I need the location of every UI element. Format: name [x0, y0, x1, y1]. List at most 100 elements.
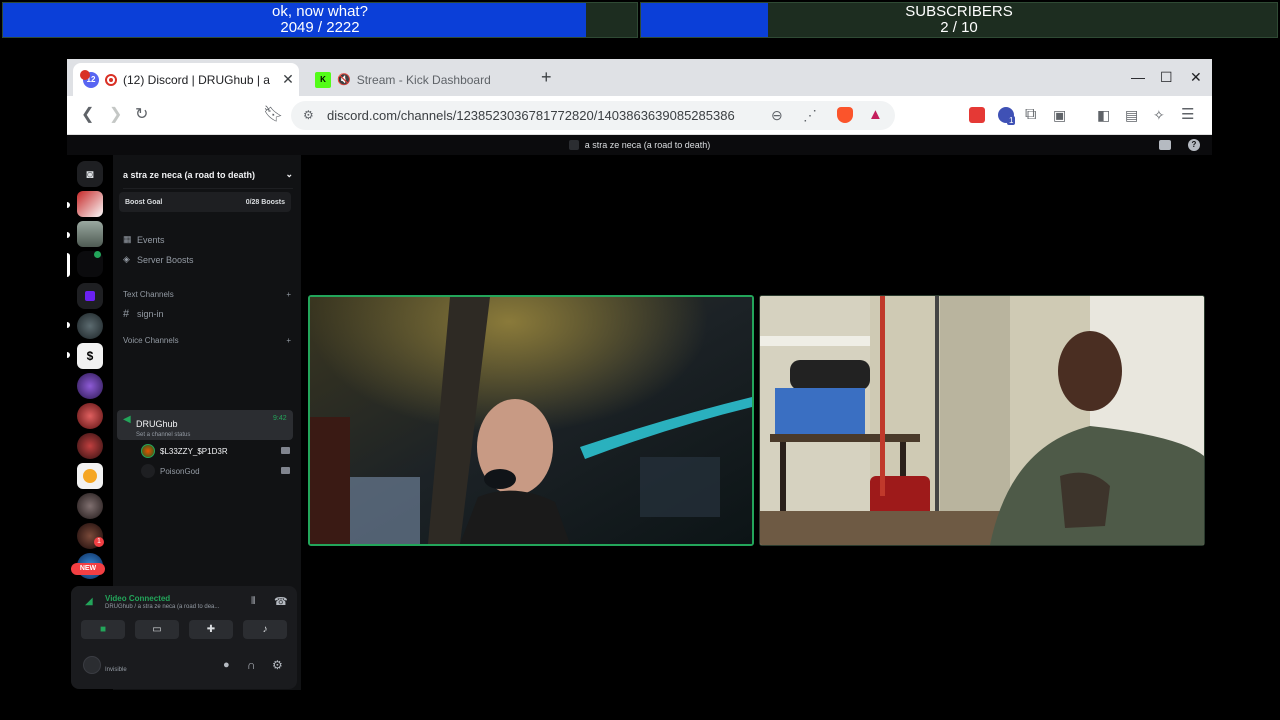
server-boosts-label: Server Boosts — [137, 254, 194, 265]
browser-toolbar: ❮ ❯ ↻ 🔖︎ discord.com/channels/1238523036… — [67, 96, 1212, 135]
server-icon[interactable] — [77, 373, 103, 399]
voice-channel-name: DRUGhub — [136, 419, 178, 429]
server-boosts-item[interactable]: ◈ Server Boosts — [123, 254, 194, 265]
unread-pill — [67, 352, 70, 358]
soundboard-button[interactable]: ♪ — [243, 620, 287, 639]
help-icon[interactable]: ? — [1188, 139, 1200, 151]
speaker-icon: ◀ — [123, 414, 131, 425]
discord-home-icon[interactable]: ◙ — [77, 161, 103, 187]
server-icon[interactable] — [77, 463, 103, 489]
noise-suppression-icon[interactable]: ⦀ — [251, 596, 255, 607]
video-tile[interactable] — [759, 295, 1205, 546]
discord-window-title: a stra ze neca (a road to death) — [584, 140, 711, 150]
goal-title: ok, now what? — [272, 3, 368, 20]
extensions-icon[interactable]: ⧉ — [1025, 105, 1036, 125]
boost-goal-count: 0/28 Boosts — [245, 198, 285, 206]
unread-pill — [67, 232, 70, 238]
video-tile-speaking[interactable] — [308, 295, 754, 546]
menu-icon[interactable]: ☰ — [1181, 105, 1194, 125]
server-header[interactable]: a stra ze neca (a road to death) ⌄ — [123, 161, 293, 189]
tab-discord[interactable]: 12 (12) Discord | DRUGhub | a ✕ — [73, 63, 299, 96]
inbox-icon[interactable] — [1159, 140, 1171, 150]
voice-location[interactable]: DRUGhub / a stra ze neca (a road to dea.… — [105, 604, 219, 610]
leo-ai-icon[interactable]: ✧ — [1153, 105, 1165, 125]
events-label: Events — [137, 234, 165, 245]
subscribers-count: 2 / 10 — [940, 19, 978, 36]
extension-badge-count: 1 — [1007, 116, 1016, 125]
voice-user-name: PoisonGod — [160, 466, 200, 476]
voice-active-icon — [94, 251, 101, 258]
camera-button[interactable]: ■ — [81, 620, 125, 639]
signal-icon[interactable]: ◢ — [85, 596, 93, 607]
new-tab-button[interactable]: + — [541, 67, 552, 88]
tab-strip: 12 (12) Discord | DRUGhub | a ✕ K 🔇 Stre… — [67, 59, 1212, 96]
maximize-icon[interactable]: ☐ — [1160, 69, 1173, 86]
category-text-channels[interactable]: Text Channels + — [123, 290, 291, 299]
boost-goal-bar[interactable]: Boost Goal 0/28 Boosts — [119, 192, 291, 212]
chevron-down-icon: ⌄ — [285, 169, 293, 179]
server-icon — [568, 140, 579, 150]
forward-icon[interactable]: ❯ — [109, 105, 122, 125]
voice-channel-timer: 9:42 — [273, 415, 287, 422]
minimize-icon[interactable]: — — [1131, 69, 1145, 85]
activities-button[interactable]: ✚ — [189, 620, 233, 639]
user-state: Invisible — [105, 667, 127, 673]
muted-speaker-icon[interactable]: 🔇 — [337, 73, 351, 86]
zoom-icon[interactable]: ⊖ — [771, 105, 783, 125]
subscribers-title: SUBSCRIBERS — [905, 3, 1013, 20]
back-icon[interactable]: ❮ — [81, 105, 94, 125]
avatar — [141, 444, 155, 458]
channel-label: sign-in — [137, 309, 164, 319]
unread-pill — [67, 202, 70, 208]
soundboard-icon: ♪ — [262, 624, 268, 635]
voice-user[interactable]: PoisonGod — [141, 464, 200, 478]
tab-kick-dashboard[interactable]: K 🔇 Stream - Kick Dashboard — [307, 63, 527, 96]
site-settings-icon[interactable]: ⚙ — [303, 108, 314, 122]
settings-gear-icon[interactable]: ⚙ — [272, 658, 283, 672]
discord-favicon-icon: 12 — [80, 69, 99, 88]
server-icon[interactable] — [77, 433, 103, 459]
brave-rewards-icon[interactable]: ▲ — [868, 105, 883, 125]
server-icon[interactable]: $ — [77, 343, 103, 369]
screenshot-icon[interactable]: ▣ — [1053, 105, 1066, 125]
headphones-icon[interactable]: ∩ — [247, 658, 256, 672]
channel-sign-in[interactable]: # sign-in — [123, 308, 164, 320]
voice-connection-panel: ◢ Video Connected DRUGhub / a stra ze ne… — [71, 586, 297, 689]
category-voice-channels[interactable]: Voice Channels + — [123, 336, 291, 345]
camera-icon — [281, 447, 290, 454]
voice-user[interactable]: $L33ZZY_$P1D3R — [141, 444, 228, 458]
browser-window: 12 (12) Discord | DRUGhub | a ✕ K 🔇 Stre… — [67, 59, 1212, 690]
kick-favicon-icon: K — [315, 71, 331, 88]
server-icon[interactable] — [77, 313, 103, 339]
webcam-feed-left — [310, 297, 752, 544]
category-label: Text Channels — [123, 290, 174, 299]
close-window-icon[interactable]: ✕ — [1190, 69, 1202, 86]
close-tab-icon[interactable]: ✕ — [277, 71, 299, 88]
share-screen-button[interactable]: ▭ — [135, 620, 179, 639]
boost-goal-label: Boost Goal — [125, 198, 163, 206]
voice-channel-status[interactable]: Set a channel status — [136, 432, 190, 438]
add-channel-icon[interactable]: + — [286, 336, 291, 345]
sidebar-icon[interactable]: ◧ — [1097, 105, 1110, 125]
microphone-icon[interactable]: ● — [223, 659, 230, 671]
server-icon[interactable] — [77, 493, 103, 519]
add-channel-icon[interactable]: + — [286, 290, 291, 299]
server-icon[interactable] — [77, 191, 103, 217]
stream-overlay: ok, now what? 2049 / 2222 SUBSCRIBERS 2 … — [0, 0, 1280, 720]
server-icon[interactable] — [77, 403, 103, 429]
events-item[interactable]: ▦ Events — [123, 234, 165, 245]
server-icon[interactable] — [77, 221, 103, 247]
server-folder-icon[interactable] — [77, 283, 103, 309]
selected-server-pill — [67, 253, 70, 277]
disconnect-icon[interactable]: ☎ — [274, 595, 288, 608]
url-text: discord.com/channels/1238523036781772820… — [327, 108, 735, 123]
wallet-icon[interactable]: ▤ — [1125, 105, 1138, 125]
reload-icon[interactable]: ↻ — [135, 105, 148, 125]
tab-title: Stream - Kick Dashboard — [356, 72, 491, 87]
bookmark-icon[interactable]: 🔖︎ — [263, 105, 283, 125]
hash-icon: # — [123, 308, 130, 320]
share-icon[interactable]: ⋰ — [803, 105, 817, 125]
brave-shield-icon[interactable] — [837, 107, 853, 123]
extension-record-icon[interactable] — [969, 107, 985, 123]
avatar[interactable] — [83, 656, 101, 674]
